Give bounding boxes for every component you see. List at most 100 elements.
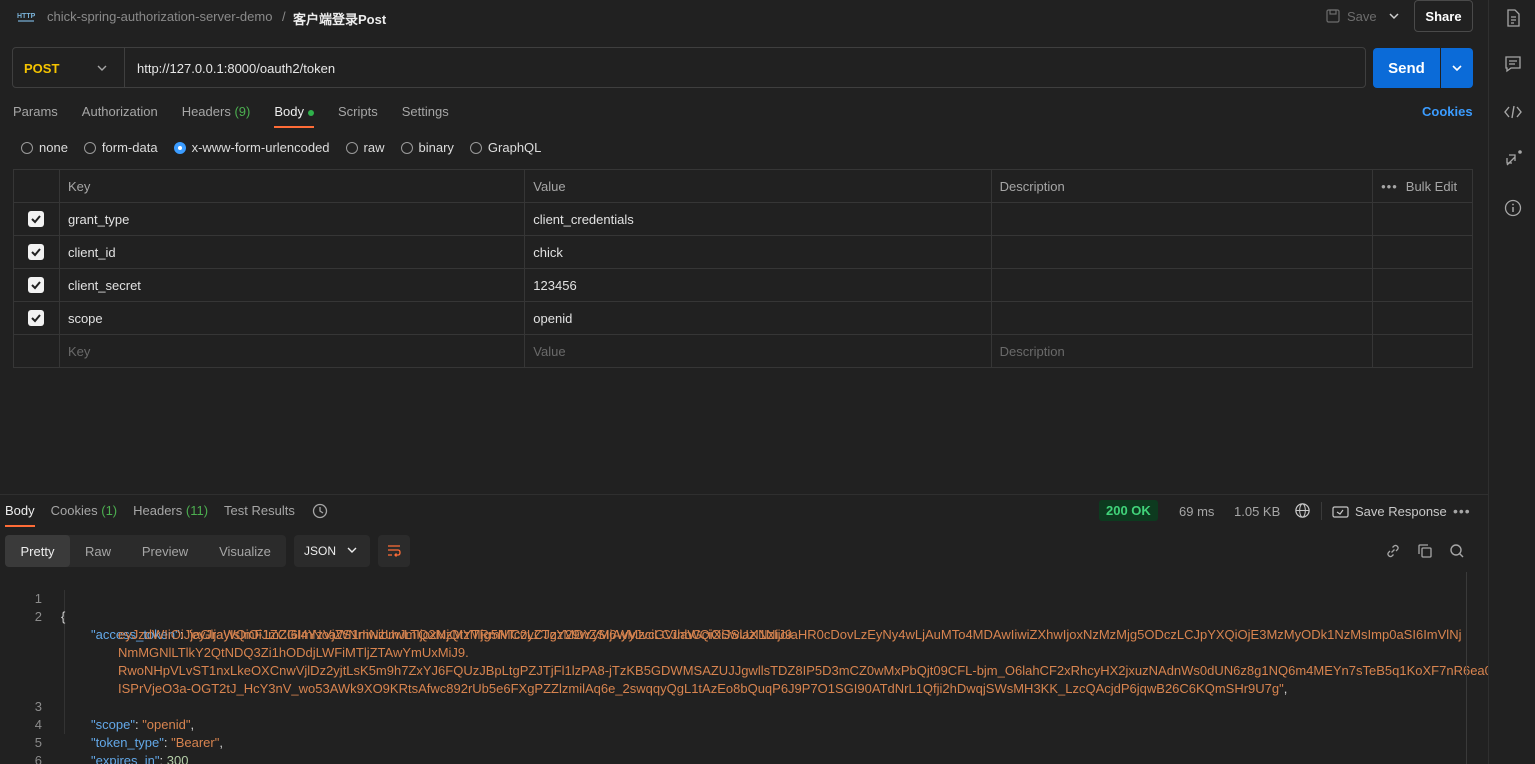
table-row: client_id chick — [14, 236, 1472, 269]
value-cell[interactable]: 123456 — [525, 269, 992, 301]
response-size[interactable]: 1.05 KB — [1234, 504, 1280, 519]
key-cell[interactable]: scope — [60, 302, 526, 334]
code-line: 5 "expires_in": 300 — [0, 716, 1466, 764]
tab-params[interactable]: Params — [13, 104, 58, 128]
link-icon[interactable] — [1384, 542, 1402, 560]
scrollbar[interactable] — [1466, 572, 1467, 764]
response-tab-headers[interactable]: Headers (11) — [133, 503, 208, 527]
row-checkbox[interactable] — [28, 211, 45, 227]
value-cell[interactable]: chick — [525, 236, 992, 268]
wrap-icon — [388, 545, 401, 557]
status-badge[interactable]: 200 OK — [1099, 500, 1158, 521]
table-row-new: Key Value Description — [14, 335, 1472, 367]
view-preview[interactable]: Preview — [126, 535, 204, 567]
tab-body[interactable]: Body — [274, 104, 314, 128]
radio-binary[interactable]: binary — [400, 140, 454, 155]
comments-icon[interactable] — [1503, 54, 1523, 74]
json-number: 300 — [166, 753, 189, 764]
radio-urlencoded[interactable]: x-www-form-urlencoded — [173, 140, 330, 155]
save-response-button[interactable]: Save Response — [1332, 504, 1447, 519]
tab-scripts[interactable]: Scripts — [338, 104, 378, 128]
key-input[interactable]: Key — [60, 335, 526, 367]
info-icon[interactable] — [1503, 198, 1523, 218]
description-cell[interactable] — [992, 236, 1374, 268]
response-divider[interactable] — [0, 494, 1488, 495]
body-type-radios: none form-data x-www-form-urlencoded raw… — [21, 140, 557, 155]
url-bar: POST http://127.0.0.1:8000/oauth2/token — [12, 47, 1366, 88]
tab-label: Cookies — [50, 503, 98, 518]
bulk-edit-button[interactable]: ••• Bulk Edit — [1381, 179, 1457, 194]
main-panel: HTTP chick-spring-authorization-server-d… — [0, 0, 1512, 764]
code-text: "expires_in": 300 — [91, 752, 188, 764]
chevron-down-icon[interactable] — [1386, 8, 1402, 24]
radio-none[interactable]: none — [21, 140, 68, 155]
chevron-down-icon — [347, 547, 357, 553]
chevron-down-icon[interactable] — [95, 61, 109, 75]
key-cell[interactable]: client_secret — [60, 269, 526, 301]
radio-circle — [400, 141, 413, 154]
bulk-edit-label: Bulk Edit — [1405, 178, 1458, 194]
share-button[interactable]: Share — [1414, 0, 1473, 32]
code-line: 3 "scope": "openid", — [0, 680, 1466, 732]
related-icon[interactable] — [1503, 149, 1523, 169]
search-icon[interactable] — [1448, 542, 1466, 560]
radio-label: form-data — [101, 140, 158, 155]
format-label: JSON — [304, 544, 337, 558]
docs-icon[interactable] — [1503, 8, 1523, 28]
code-line-wrap: RwoNHpVLvST1nxLkeOXCnwVjlDz2yjtLsK5m9h7Z… — [0, 644, 1512, 678]
save-response-label: Save Response — [1355, 504, 1447, 519]
format-select[interactable]: JSON — [294, 535, 370, 567]
row-checkbox[interactable] — [28, 310, 45, 326]
send-dropdown-button[interactable] — [1441, 48, 1473, 88]
more-icon[interactable]: ••• — [1453, 503, 1471, 519]
copy-icon[interactable] — [1416, 542, 1434, 560]
tab-authorization[interactable]: Authorization — [82, 104, 158, 128]
check-icon — [31, 215, 42, 224]
breadcrumb-collection[interactable]: chick-spring-authorization-server-demo — [47, 9, 272, 24]
code-line: 1 { — [0, 572, 1466, 624]
globe-icon[interactable] — [1294, 502, 1311, 519]
view-pretty[interactable]: Pretty — [5, 535, 70, 567]
response-tab-test-results[interactable]: Test Results — [224, 503, 295, 527]
value-cell[interactable]: openid — [525, 302, 992, 334]
more-icon[interactable]: ••• — [1381, 179, 1398, 194]
send-button[interactable]: Send — [1373, 48, 1440, 88]
cookies-link[interactable]: Cookies — [1422, 104, 1473, 119]
row-checkbox[interactable] — [28, 244, 45, 260]
header-checkbox-cell — [14, 170, 60, 202]
description-cell[interactable] — [992, 269, 1374, 301]
tab-settings[interactable]: Settings — [402, 104, 449, 128]
key-cell[interactable]: grant_type — [60, 203, 526, 235]
code-icon[interactable] — [1503, 102, 1523, 122]
radio-graphql[interactable]: GraphQL — [469, 140, 541, 155]
value-cell[interactable]: client_credentials — [525, 203, 992, 235]
radio-form-data[interactable]: form-data — [83, 140, 158, 155]
breadcrumb-separator: / — [282, 9, 286, 24]
request-title[interactable]: 客户端登录Post — [293, 9, 386, 28]
divider — [124, 48, 125, 87]
response-tab-cookies[interactable]: Cookies (1) — [51, 503, 117, 527]
radio-raw[interactable]: raw — [345, 140, 385, 155]
description-input[interactable]: Description — [992, 335, 1374, 367]
description-cell[interactable] — [992, 203, 1374, 235]
row-checkbox[interactable] — [28, 277, 45, 293]
value-input[interactable]: Value — [525, 335, 992, 367]
tab-headers[interactable]: Headers (9) — [182, 104, 251, 128]
header-key: Key — [60, 170, 526, 202]
response-time[interactable]: 69 ms — [1179, 504, 1214, 519]
divider — [1321, 502, 1322, 520]
checkbox-cell — [14, 236, 60, 268]
history-icon[interactable] — [311, 502, 329, 520]
view-visualize[interactable]: Visualize — [204, 535, 286, 567]
method-select[interactable]: POST — [24, 61, 59, 76]
url-input[interactable]: http://127.0.0.1:8000/oauth2/token — [137, 61, 335, 76]
response-tab-body[interactable]: Body — [5, 503, 35, 527]
wrap-lines-button[interactable] — [378, 535, 410, 567]
radio-circle-selected — [173, 141, 186, 154]
header-description: Description — [992, 170, 1374, 202]
view-raw[interactable]: Raw — [70, 535, 126, 567]
save-button[interactable]: Save — [1325, 8, 1377, 24]
description-cell[interactable] — [992, 302, 1374, 334]
key-cell[interactable]: client_id — [60, 236, 526, 268]
tab-headers-label: Headers — [181, 104, 231, 119]
